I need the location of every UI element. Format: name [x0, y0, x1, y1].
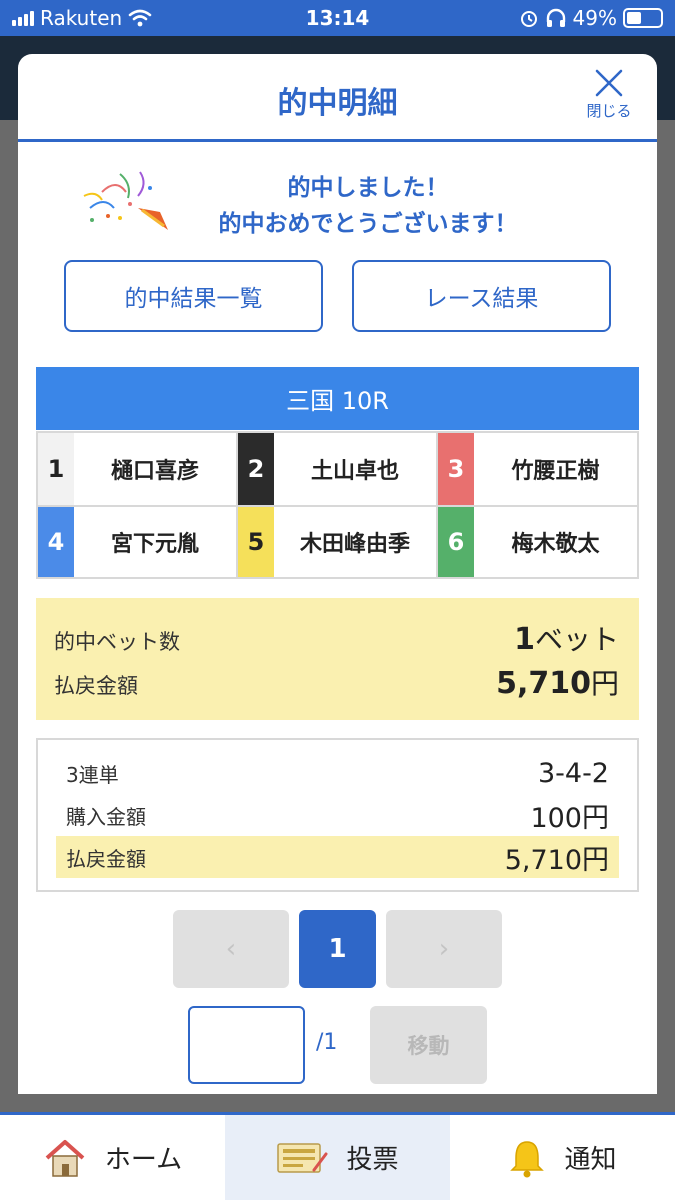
racer-table: 1 樋口喜彦 2 土山卓也 3 竹腰正樹 4 宮下元胤 5 木田峰由季 6 梅木… [36, 431, 639, 579]
racer-name: 宮下元胤 [110, 532, 199, 557]
close-icon [595, 69, 623, 97]
payout-unit: 円 [590, 667, 619, 700]
racer-name: 木田峰由季 [299, 532, 410, 557]
payout-label: 払戻金額 [54, 674, 138, 698]
racer-cell: 4 宮下元胤 [38, 507, 238, 577]
payout-amount: 5,710 [496, 666, 591, 701]
racer-cell: 6 梅木敬太 [438, 507, 637, 577]
tab-notify-label: 通知 [564, 1145, 617, 1175]
hit-list-button[interactable]: 的中結果一覧 [64, 260, 323, 332]
detail-payout-row: 払戻金額 5,710円 [56, 836, 619, 878]
status-right: 49% [519, 6, 663, 30]
page-jump: /1 移動 [18, 1006, 657, 1084]
racer-name: 樋口喜彦 [110, 459, 199, 484]
tab-home[interactable]: ホーム [0, 1115, 225, 1200]
detail-payout-label: 払戻金額 [66, 846, 146, 871]
lane-number: 1 [38, 433, 74, 505]
home-icon [45, 1139, 85, 1177]
hit-detail-modal: 的中明細 閉じる 的中しました！ 的中おめでとうございます！ 的中結果一覧 レー… [18, 54, 657, 1094]
pagination: ‹ 1 › [18, 910, 657, 988]
tab-vote-label: 投票 [346, 1145, 399, 1175]
purchase-label: 購入金額 [66, 804, 146, 829]
lane-number: 6 [438, 507, 474, 577]
bet-type-row: 3連単 3-4-2 [56, 752, 619, 794]
congrats-line-2: 的中おめでとうございます！ [218, 211, 518, 237]
status-bar: Rakuten 13:14 49% [0, 0, 675, 36]
bottom-tab-bar: ホーム 投票 通知 [0, 1112, 675, 1200]
headphones-icon [546, 8, 565, 27]
purchase-value: 100円 [530, 802, 609, 834]
payout-row: 払戻金額 5,710円 [54, 662, 619, 706]
page-number-input[interactable] [188, 1006, 305, 1084]
battery-percent: 49% [572, 6, 617, 30]
next-page-button[interactable]: › [386, 910, 502, 988]
hit-summary: 的中ベット数 1ベット 払戻金額 5,710円 [36, 598, 639, 720]
race-title: 三国 10R [36, 367, 639, 430]
purchase-row: 購入金額 100円 [56, 794, 619, 836]
race-result-button[interactable]: レース結果 [352, 260, 611, 332]
racer-row: 1 樋口喜彦 2 土山卓也 3 竹腰正樹 [38, 433, 637, 505]
bet-type-label: 3連単 [66, 762, 119, 787]
bet-combination: 3-4-2 [537, 757, 609, 789]
battery-icon [623, 8, 663, 28]
tab-vote[interactable]: 投票 [225, 1115, 450, 1200]
modal-title: 的中明細 [277, 86, 398, 121]
racer-name: 土山卓也 [310, 459, 399, 484]
lane-number: 2 [238, 433, 274, 505]
racer-cell: 3 竹腰正樹 [438, 433, 637, 505]
ticket-icon [277, 1142, 328, 1173]
tab-notify[interactable]: 通知 [450, 1115, 675, 1200]
racer-cell: 5 木田峰由季 [238, 507, 438, 577]
page-total: /1 [316, 1030, 338, 1055]
racer-cell: 2 土山卓也 [238, 433, 438, 505]
racer-name: 竹腰正樹 [511, 459, 600, 484]
lane-number: 3 [438, 433, 474, 505]
congrats-text: 的中しました！ 的中おめでとうございます！ [168, 170, 568, 242]
congrats-line-1: 的中しました！ [287, 175, 449, 201]
bets-unit: ベット [534, 623, 619, 656]
party-popper-icon [83, 171, 168, 230]
congrats-message: 的中しました！ 的中おめでとうございます！ [18, 164, 657, 244]
detail-payout-value: 5,710円 [504, 844, 609, 876]
racer-cell: 1 樋口喜彦 [38, 433, 238, 505]
payout-value: 5,710円 [496, 662, 619, 702]
close-button[interactable]: 閉じる [579, 68, 639, 130]
lane-number: 5 [238, 507, 274, 577]
bet-detail: 3連単 3-4-2 購入金額 100円 払戻金額 5,710円 [36, 738, 639, 892]
prev-page-button[interactable]: ‹ [173, 910, 289, 988]
bell-icon [510, 1140, 545, 1177]
move-button[interactable]: 移動 [370, 1006, 487, 1084]
racer-name: 梅木敬太 [511, 532, 600, 557]
bets-count: 1 [514, 622, 535, 657]
bets-value: 1ベット [514, 618, 619, 658]
close-label: 閉じる [586, 102, 632, 120]
alarm-icon [520, 11, 537, 27]
lane-number: 4 [38, 507, 74, 577]
tab-home-label: ホーム [104, 1145, 183, 1175]
racer-row: 4 宮下元胤 5 木田峰由季 6 梅木敬太 [38, 505, 637, 577]
modal-header: 的中明細 閉じる [18, 54, 657, 142]
current-page-button[interactable]: 1 [299, 910, 376, 988]
action-buttons: 的中結果一覧 レース結果 [64, 260, 611, 332]
bets-label: 的中ベット数 [54, 630, 180, 654]
bets-row: 的中ベット数 1ベット [54, 618, 619, 662]
